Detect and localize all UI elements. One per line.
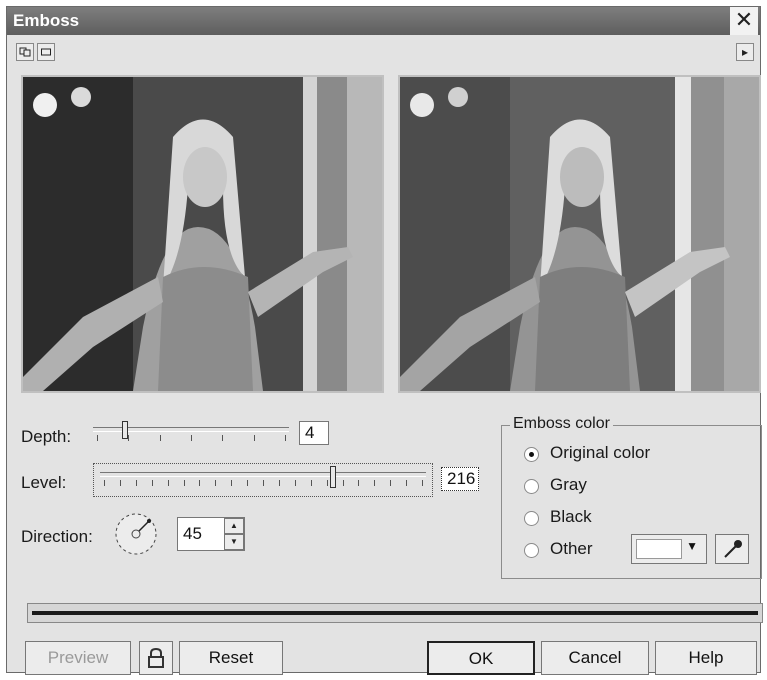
radio-other-label[interactable]: Other [550, 539, 593, 559]
dialog-title: Emboss [13, 11, 80, 30]
radio-original-color[interactable] [524, 447, 539, 462]
radio-original-color-label[interactable]: Original color [550, 443, 650, 463]
depth-value-field[interactable]: 4 [299, 421, 329, 445]
level-track [100, 472, 426, 477]
slider-tick [128, 435, 129, 441]
slider-tick [358, 480, 359, 486]
eyedropper-button[interactable] [715, 534, 749, 564]
slider-tick [215, 480, 216, 486]
spin-down-button[interactable]: ▼ [224, 534, 244, 550]
radio-other[interactable] [524, 543, 539, 558]
lock-icon [148, 647, 164, 668]
original-preview[interactable] [21, 75, 384, 393]
radio-black-label[interactable]: Black [550, 507, 592, 527]
ok-button[interactable]: OK [427, 641, 535, 675]
slider-tick [343, 480, 344, 486]
slider-tick [199, 480, 200, 486]
slider-tick [160, 435, 161, 441]
menu-arrow-icon: ▸ [741, 45, 749, 59]
close-button[interactable]: ✕ [730, 7, 758, 35]
slider-tick [222, 435, 223, 441]
preview-button[interactable]: Preview [25, 641, 131, 675]
spin-up-button[interactable]: ▲ [224, 518, 244, 534]
single-preview-icon [41, 48, 51, 56]
direction-label: Direction: [21, 527, 93, 546]
slider-tick [231, 480, 232, 486]
slider-tick [311, 480, 312, 486]
slider-tick [184, 480, 185, 486]
emboss-color-title: Emboss color [510, 415, 613, 433]
progress-bar [27, 603, 763, 623]
lock-preview-button[interactable] [139, 641, 173, 675]
slider-tick [152, 480, 153, 486]
level-slider[interactable] [93, 463, 433, 497]
color-swatch [636, 539, 682, 559]
title-bar: Emboss ✕ [7, 7, 760, 35]
radio-gray[interactable] [524, 479, 539, 494]
level-thumb[interactable] [330, 466, 336, 488]
depth-label: Depth: [21, 427, 72, 446]
level-label: Level: [21, 473, 67, 492]
help-button[interactable]: Help [655, 641, 757, 675]
embossed-image [400, 77, 759, 391]
dual-preview-button[interactable] [16, 43, 34, 61]
single-preview-button[interactable] [37, 43, 55, 61]
result-preview[interactable] [398, 75, 761, 393]
dual-preview-icon [19, 47, 31, 57]
slider-tick [285, 435, 286, 441]
slider-tick [295, 480, 296, 486]
chevron-down-icon: ▼ [686, 539, 698, 553]
direction-value[interactable]: 45 [183, 524, 202, 544]
direction-spinner[interactable]: 45 ▲ ▼ [177, 517, 245, 551]
color-dropdown[interactable]: ▼ [631, 534, 707, 564]
slider-tick [97, 435, 98, 441]
direction-dial-icon [115, 513, 157, 555]
original-image [23, 77, 382, 391]
slider-tick [263, 480, 264, 486]
slider-tick [247, 480, 248, 486]
level-value-field[interactable]: 216 [441, 467, 479, 491]
radio-gray-label[interactable]: Gray [550, 475, 587, 495]
slider-tick [327, 480, 328, 486]
radio-black[interactable] [524, 511, 539, 526]
slider-tick [279, 480, 280, 486]
reset-button[interactable]: Reset [179, 641, 283, 675]
slider-tick [374, 480, 375, 486]
cancel-button[interactable]: Cancel [541, 641, 649, 675]
slider-tick [254, 435, 255, 441]
depth-slider[interactable] [93, 419, 289, 449]
slider-tick [136, 480, 137, 486]
slider-tick [191, 435, 192, 441]
direction-dial[interactable] [113, 511, 159, 557]
slider-tick [390, 480, 391, 486]
emboss-dialog: Emboss ✕ ▸ Depth: 4 Level: 216 Direction… [6, 6, 763, 675]
slider-tick [406, 480, 407, 486]
slider-tick [422, 480, 423, 486]
options-menu-button[interactable]: ▸ [736, 43, 754, 61]
slider-tick [168, 480, 169, 486]
eyedropper-icon [724, 540, 742, 558]
emboss-color-group: Emboss color Original color Gray Black O… [501, 415, 762, 579]
slider-tick [120, 480, 121, 486]
slider-tick [104, 480, 105, 486]
